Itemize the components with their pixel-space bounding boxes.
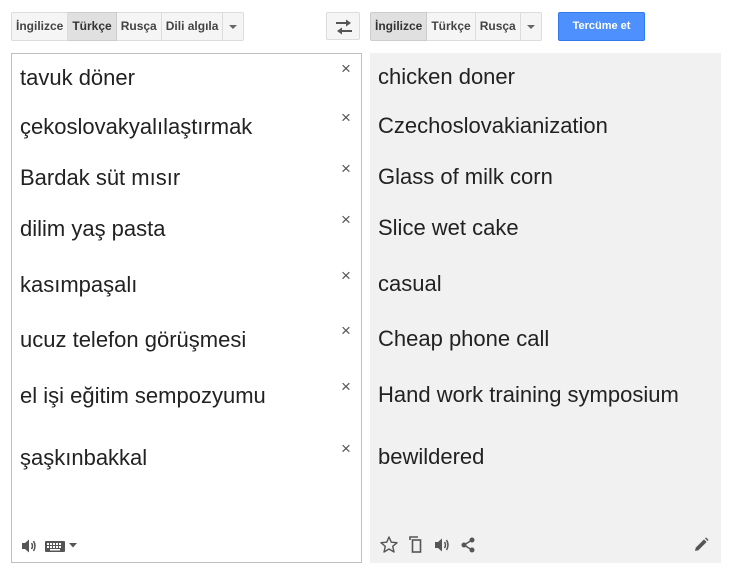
star-icon[interactable] xyxy=(380,536,398,553)
translation-entry: Cheap phone call xyxy=(378,326,550,351)
source-entry[interactable]: çekoslovakyalılaştırmak xyxy=(20,114,252,140)
clear-icon[interactable]: × xyxy=(339,160,353,177)
translation-entry: Hand work training symposium xyxy=(378,382,679,407)
swap-arrows-icon xyxy=(336,19,352,35)
clear-icon[interactable]: × xyxy=(339,378,353,395)
source-lang-russian[interactable]: Rusça xyxy=(116,12,162,41)
speaker-icon[interactable] xyxy=(20,538,38,554)
dropdown-caret-icon[interactable] xyxy=(69,543,77,548)
clear-icon[interactable]: × xyxy=(339,322,353,339)
source-entry[interactable]: şaşkınbakkal xyxy=(20,445,147,471)
source-lang-detect[interactable]: Dili algıla xyxy=(161,12,224,41)
translation-entry: Slice wet cake xyxy=(378,215,519,240)
swap-languages-button[interactable] xyxy=(326,12,360,40)
clear-icon[interactable]: × xyxy=(339,267,353,284)
chevron-down-icon xyxy=(229,25,238,29)
clear-icon[interactable]: × xyxy=(339,60,353,77)
translation-entry: bewildered xyxy=(378,444,485,469)
source-entry[interactable]: dilim yaş pasta xyxy=(20,216,166,242)
source-entry[interactable]: tavuk döner xyxy=(20,65,135,91)
source-entry[interactable]: Bardak süt mısır xyxy=(20,165,180,191)
source-lang-turkish[interactable]: Türkçe xyxy=(68,12,117,41)
translation-entry: chicken doner xyxy=(378,64,515,89)
clear-icon[interactable]: × xyxy=(339,440,353,457)
source-language-bar: İngilizce Türkçe Rusça Dili algıla xyxy=(11,12,245,41)
keyboard-icon[interactable] xyxy=(45,541,65,552)
translation-output: chicken doner Czechoslovakianization Gla… xyxy=(370,53,721,563)
source-entry[interactable]: ucuz telefon görüşmesi xyxy=(20,327,246,353)
target-lang-dropdown[interactable] xyxy=(520,12,542,41)
clear-icon[interactable]: × xyxy=(339,109,353,126)
target-lang-russian[interactable]: Rusça xyxy=(475,12,521,41)
pencil-icon[interactable] xyxy=(693,537,709,553)
speaker-icon[interactable] xyxy=(433,537,451,553)
translation-entry: Czechoslovakianization xyxy=(378,113,608,138)
copy-icon[interactable] xyxy=(407,536,423,554)
translation-entry: casual xyxy=(378,271,442,296)
source-text-area[interactable]: tavuk döner çekoslovakyalılaştırmak Bard… xyxy=(11,53,362,563)
translate-button[interactable]: Tercüme et xyxy=(558,12,645,41)
target-lang-turkish[interactable]: Türkçe xyxy=(427,12,476,41)
target-lang-english[interactable]: İngilizce xyxy=(370,12,428,41)
target-language-bar: İngilizce Türkçe Rusça xyxy=(370,12,542,41)
clear-icon[interactable]: × xyxy=(339,211,353,228)
share-icon[interactable] xyxy=(460,537,476,553)
chevron-down-icon xyxy=(526,25,535,29)
source-entry[interactable]: el işi eğitim sempozyumu xyxy=(20,383,266,409)
source-entry[interactable]: kasımpaşalı xyxy=(20,272,137,298)
translation-entry: Glass of milk corn xyxy=(378,164,553,189)
source-lang-dropdown[interactable] xyxy=(223,12,245,41)
source-lang-english[interactable]: İngilizce xyxy=(11,12,69,41)
